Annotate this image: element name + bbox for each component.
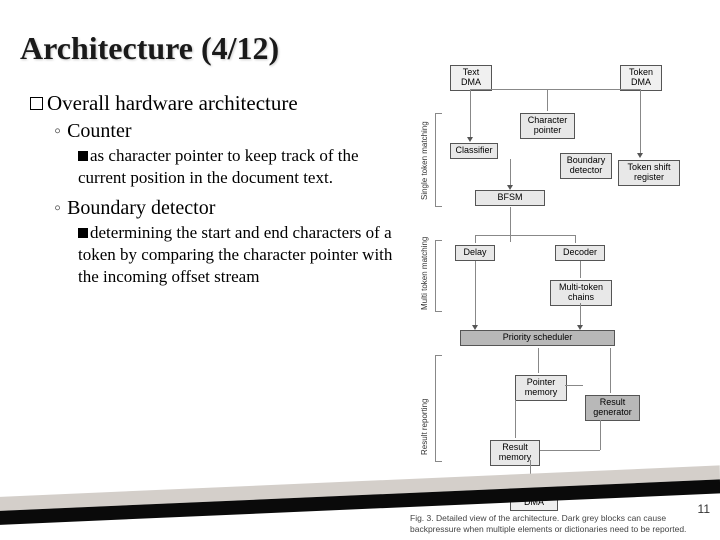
box-result-generator: Result generator (585, 395, 640, 421)
box-token-dma: Token DMA (620, 65, 662, 91)
label-multi-token: Multi token matching (420, 240, 429, 310)
bullet-counter-desc: as character pointer to keep track of th… (78, 145, 400, 189)
box-result-memory: Result memory (490, 440, 540, 466)
bullet-counter: ◦Counter (54, 120, 400, 143)
box-bfsm: BFSM (475, 190, 545, 206)
box-boundary-detector: Boundary detector (560, 153, 612, 179)
bullet-main: Overall hardware architecture (30, 91, 400, 116)
figure-caption: Fig. 3. Detailed view of the architectur… (410, 513, 690, 534)
box-multi-chain: Multi-token chains (550, 280, 612, 306)
label-result-reporting: Result reporting (420, 360, 429, 455)
box-classifier: Classifier (450, 143, 498, 159)
box-delay: Delay (455, 245, 495, 261)
box-pointer-memory: Pointer memory (515, 375, 567, 401)
bullet-boundary-desc: determining the start and end characters… (78, 222, 400, 288)
box-char-pointer: Character pointer (520, 113, 575, 139)
bullet-boundary: ◦Boundary detector (54, 197, 400, 220)
page-number: 11 (698, 502, 710, 516)
box-text-dma: Text DMA (450, 65, 492, 91)
box-decoder: Decoder (555, 245, 605, 261)
slide-title: Architecture (4/12) (20, 30, 720, 67)
architecture-diagram: Text DMA Token DMA Character pointer Cla… (400, 85, 700, 296)
box-token-shift: Token shift register (618, 160, 680, 186)
box-priority-scheduler: Priority scheduler (460, 330, 615, 346)
text-content: Overall hardware architecture ◦Counter a… (20, 85, 400, 296)
label-single-token: Single token matching (420, 115, 429, 200)
